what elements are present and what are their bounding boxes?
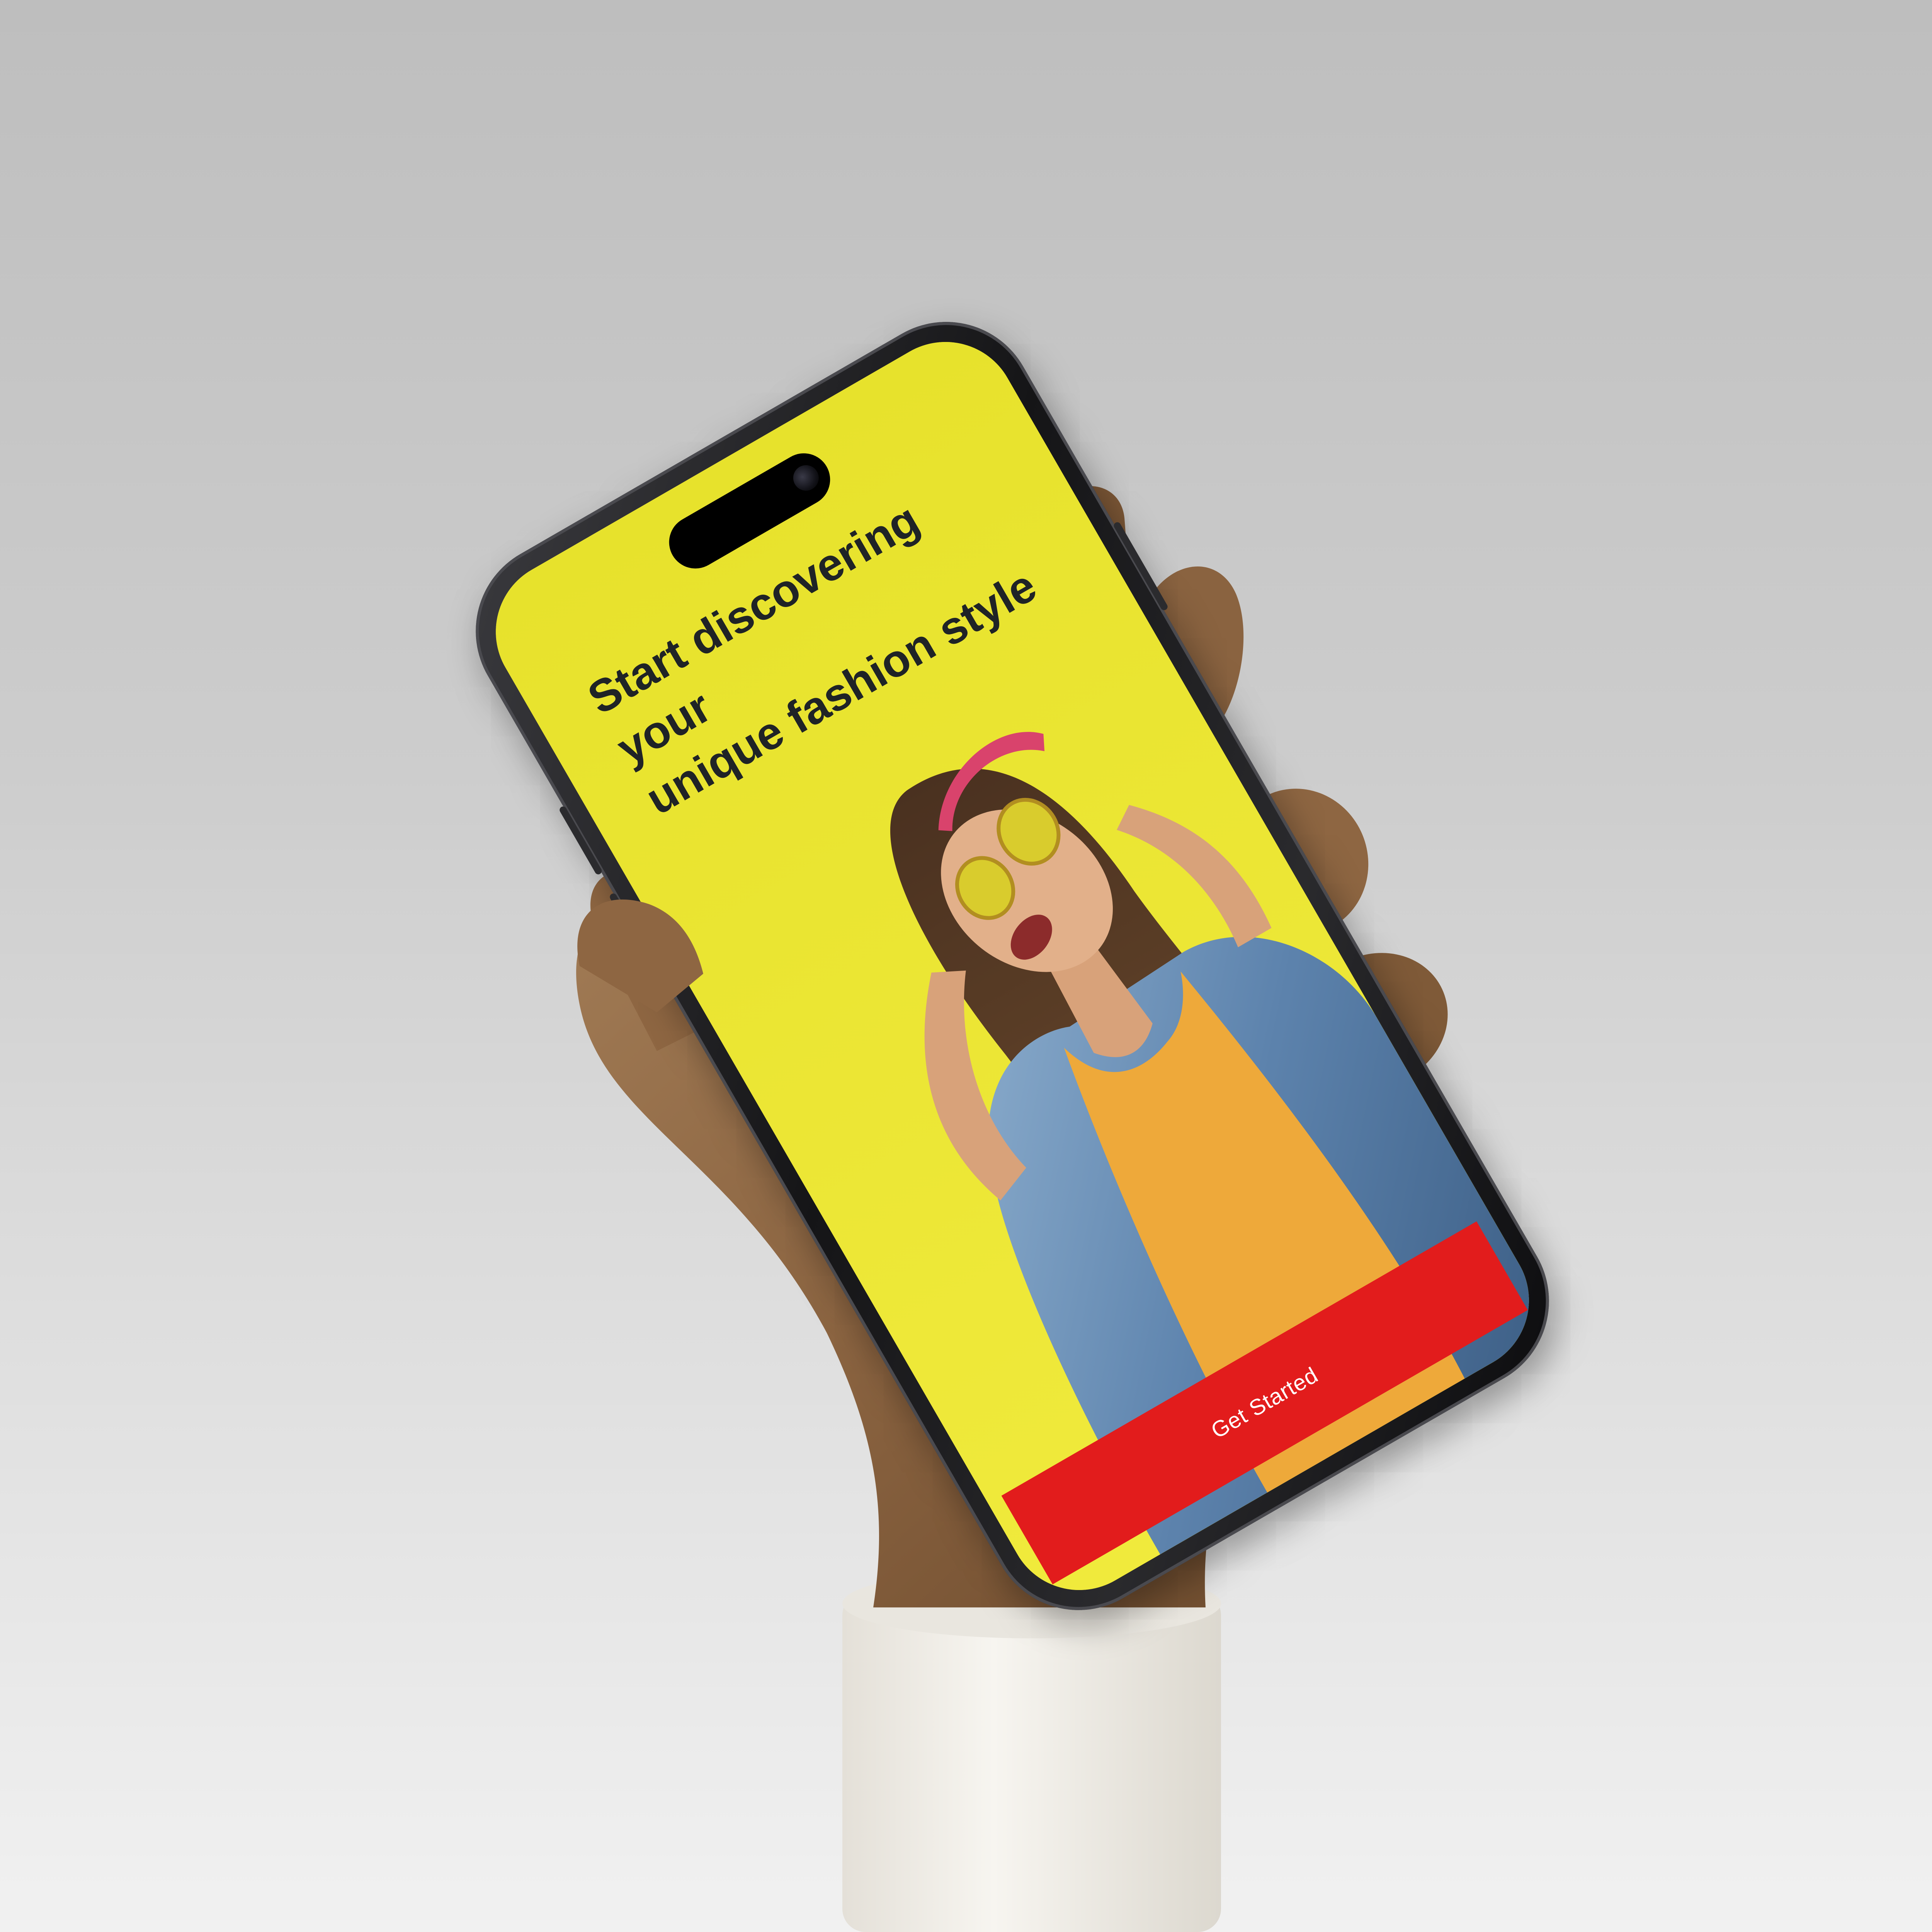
- thumb-tip: [577, 899, 703, 1012]
- mockup-scene: Start discovering your unique fashion st…: [0, 0, 1932, 1932]
- foreground-fingers: [577, 899, 703, 1012]
